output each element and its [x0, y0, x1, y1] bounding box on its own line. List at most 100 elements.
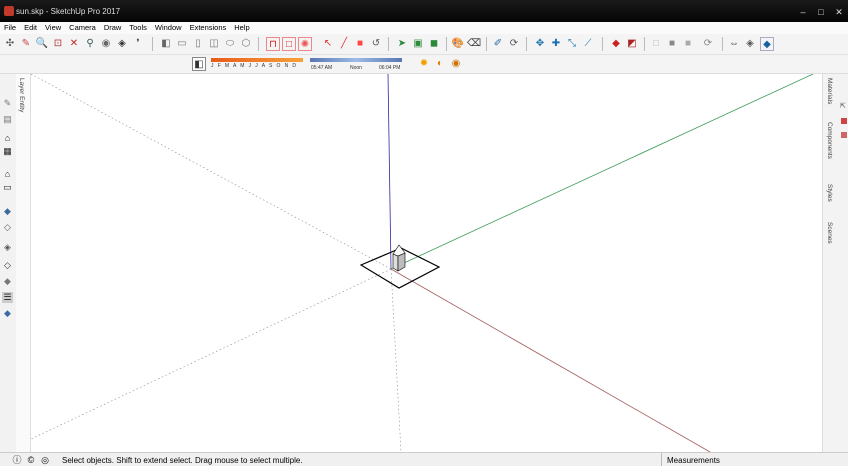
- default-tray: Materials Components Styles Scenes ⇱: [822, 74, 848, 452]
- time-mid-label: Noon: [350, 65, 362, 71]
- scale-icon[interactable]: ⤡: [566, 37, 578, 49]
- tool-pencil-icon[interactable]: ✎: [2, 98, 13, 109]
- menu-help[interactable]: Help: [230, 22, 253, 34]
- menu-camera[interactable]: Camera: [65, 22, 100, 34]
- shadows-toolbar: ◧ J F M A M J J A S O N D 05:47 AM Noon …: [0, 55, 848, 74]
- menu-extensions[interactable]: Extensions: [186, 22, 231, 34]
- push-pull-icon[interactable]: ◼: [428, 37, 440, 49]
- back-view-icon[interactable]: ⬭: [224, 37, 236, 49]
- position-camera-icon[interactable]: ⚲: [84, 37, 96, 49]
- month-slider[interactable]: [211, 58, 303, 62]
- tool-sandbox-icon[interactable]: ◆: [2, 308, 13, 319]
- zoom-icon[interactable]: 🔍: [36, 37, 48, 49]
- components-tab[interactable]: Components: [826, 122, 833, 159]
- arc-tool-icon[interactable]: ↺: [370, 37, 382, 49]
- extension-warehouse-icon[interactable]: ◆: [760, 37, 774, 51]
- user-icon[interactable]: ◎: [40, 455, 50, 465]
- iso-view-icon[interactable]: ◧: [160, 37, 172, 49]
- shadow-settings-icon[interactable]: ◧: [192, 57, 206, 71]
- menu-tools[interactable]: Tools: [125, 22, 151, 34]
- box-front-face[interactable]: [392, 253, 399, 272]
- time-end-label: 06:04 PM: [379, 65, 401, 71]
- tool-solid-icon[interactable]: ◆: [2, 276, 13, 287]
- tool-component-icon[interactable]: ▤: [2, 114, 13, 125]
- walk-icon[interactable]: ✎: [20, 37, 32, 49]
- text-tool-icon[interactable]: ◩: [626, 37, 638, 49]
- right-view-icon[interactable]: ◫: [208, 37, 220, 49]
- close-button[interactable]: ✕: [832, 8, 846, 17]
- scenes-tab[interactable]: Scenes: [826, 222, 833, 244]
- section-plane-icon[interactable]: ◈: [116, 37, 128, 49]
- hidden-line-icon[interactable]: □: [650, 37, 662, 49]
- tool-intersect-icon[interactable]: ◈: [2, 242, 13, 253]
- select-arrow-icon[interactable]: ↖: [322, 37, 334, 49]
- share-model-icon[interactable]: ◈: [744, 37, 756, 49]
- footprints-icon[interactable]: ❜: [132, 37, 144, 49]
- zoom-extents-icon[interactable]: ✕: [68, 37, 80, 49]
- select-tool-icon[interactable]: ➤: [396, 37, 408, 49]
- maximize-button[interactable]: □: [814, 8, 828, 17]
- eraser-icon[interactable]: ⌫: [467, 37, 481, 49]
- fog-icon[interactable]: ◉: [450, 57, 462, 69]
- front-view-icon[interactable]: ▯: [192, 37, 204, 49]
- rotate-icon[interactable]: ⟳: [508, 37, 520, 49]
- axes-icon[interactable]: ◆: [610, 37, 622, 49]
- styles-tab[interactable]: Styles: [826, 184, 833, 202]
- tool-home-outline-icon[interactable]: ⌂: [2, 168, 13, 179]
- menu-edit[interactable]: Edit: [20, 22, 41, 34]
- measurements-label: Measurements: [667, 456, 720, 465]
- tool-box-icon[interactable]: ▦: [2, 146, 13, 157]
- red-axis: [390, 268, 711, 452]
- textured-style-icon[interactable]: ■: [682, 37, 694, 49]
- sun-icon[interactable]: ✹: [418, 57, 430, 69]
- tool-layers-icon[interactable]: ☰: [2, 292, 13, 303]
- geo-location-icon[interactable]: ⓘ: [12, 455, 22, 465]
- shaded-style-icon[interactable]: ■: [666, 37, 678, 49]
- materials-tab[interactable]: Materials: [826, 78, 833, 104]
- follow-me-icon[interactable]: ✚: [550, 37, 562, 49]
- shaded-icon[interactable]: ✺: [298, 37, 312, 51]
- toolbar-separator: [602, 37, 603, 51]
- red-axis-dotted: [31, 74, 392, 270]
- minimize-button[interactable]: –: [796, 8, 810, 17]
- wireframe-icon[interactable]: □: [282, 37, 296, 51]
- tray-pin-icon[interactable]: ⇱: [840, 102, 846, 110]
- measurements-box[interactable]: Measurements: [661, 453, 822, 466]
- orbit-icon[interactable]: ✣: [4, 37, 16, 49]
- tool-cube-icon[interactable]: ◆: [2, 206, 13, 217]
- warehouse-icon[interactable]: ⇔: [728, 37, 740, 49]
- toolbar-separator: [526, 37, 527, 51]
- menu-file[interactable]: File: [0, 22, 20, 34]
- tape-measure-icon[interactable]: ✐: [492, 37, 504, 49]
- tray-swatch-icon: [841, 118, 847, 124]
- left-view-icon[interactable]: ⬡: [240, 37, 252, 49]
- status-message: Select objects. Shift to extend select. …: [62, 456, 303, 465]
- display-shadows-icon[interactable]: ◐: [434, 57, 446, 69]
- move-icon[interactable]: ✥: [534, 37, 546, 49]
- credits-icon[interactable]: ©: [26, 455, 36, 465]
- rectangle-tool-icon[interactable]: ■: [354, 37, 366, 49]
- look-around-icon[interactable]: ◉: [100, 37, 112, 49]
- status-bar: ⓘ © ◎ Select objects. Shift to extend se…: [0, 452, 848, 466]
- menu-view[interactable]: View: [41, 22, 65, 34]
- tool-house-icon[interactable]: ⌂: [2, 132, 13, 143]
- line-tool-icon[interactable]: ╱: [338, 37, 350, 49]
- refresh-icon[interactable]: ⟳: [702, 37, 714, 49]
- xray-icon[interactable]: ⊓: [266, 37, 280, 51]
- entity-info-tab[interactable]: Layer Entity: [18, 78, 25, 112]
- menu-draw[interactable]: Draw: [100, 22, 126, 34]
- offset-icon[interactable]: ⟋: [582, 37, 594, 49]
- make-component-icon[interactable]: ▣: [412, 37, 424, 49]
- tool-frame-icon[interactable]: ▭: [2, 182, 13, 193]
- tool-outline-icon[interactable]: ◇: [2, 260, 13, 271]
- toolbar-separator: [446, 37, 447, 51]
- time-slider[interactable]: [310, 58, 402, 62]
- toolbar-separator: [722, 37, 723, 51]
- toolbar-separator: [644, 37, 645, 51]
- tool-diamond-icon[interactable]: ◇: [2, 222, 13, 233]
- modeling-viewport[interactable]: [31, 74, 822, 452]
- paint-bucket-icon[interactable]: 🎨: [452, 37, 464, 49]
- zoom-window-icon[interactable]: ⊡: [52, 37, 64, 49]
- top-view-icon[interactable]: ▭: [176, 37, 188, 49]
- menu-window[interactable]: Window: [151, 22, 186, 34]
